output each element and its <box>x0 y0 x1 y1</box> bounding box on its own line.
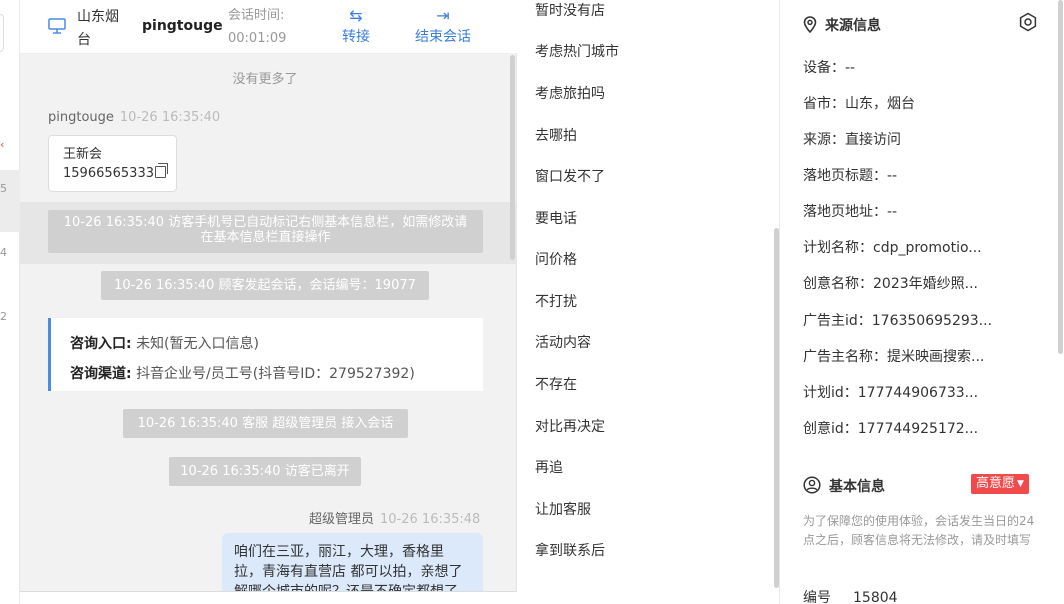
system-message: 10-26 16:35:40 访客已离开 <box>169 457 361 486</box>
session-count: 5 <box>0 182 7 195</box>
duration-value: 00:01:09 <box>228 31 287 46</box>
system-message: 10-26 16:35:40 顾客发起会话，会话编号：19077 <box>101 271 429 300</box>
edit-notice: 为了保障您的使用体验，会话发生当日的24点之后，顾客信息将无法修改，请及时填写 <box>803 514 1035 547</box>
quick-reply-item[interactable]: 对比再决定 <box>535 416 605 436</box>
end-session-label: 结束会话 <box>415 29 471 45</box>
system-message-row: 10-26 16:35:40 访客手机号已自动标记右侧基本信息栏，如需修改请在基… <box>20 202 517 264</box>
unread-dot: ‹ <box>0 138 5 151</box>
quick-reply-item[interactable]: 让加客服 <box>535 499 591 519</box>
session-count: 4 <box>0 246 7 259</box>
landing-page-title: 落地页标题：-- <box>803 168 898 184</box>
basic-title: 基本信息 <box>829 479 885 495</box>
source-province: 省市：山东，烟台 <box>803 96 915 112</box>
transfer-label: 转接 <box>342 29 370 45</box>
advertiser-id: 广告主id：176350695293... <box>803 313 993 329</box>
quick-reply-item[interactable]: 要电话 <box>535 208 577 228</box>
source-section-title: 来源信息 <box>803 15 881 35</box>
customer-id-label: 编号 <box>803 590 831 604</box>
chat-header: 山东烟台 pingtouge 会话时间: 00:01:09 ⇆ 转接 ⇥ 结束会… <box>20 0 517 54</box>
agent-timestamp: 10-26 16:35:48 <box>380 512 481 527</box>
caret-down-icon: ▼ <box>1017 479 1024 489</box>
gear-icon[interactable] <box>1018 12 1038 32</box>
creative-id: 创意id：177744925172... <box>803 421 979 437</box>
session-list-strip: ‹ 5 4 2 <box>0 0 20 604</box>
session-list-toggle[interactable] <box>0 14 4 52</box>
consult-info-card: 咨询入口: 未知(暂无入口信息) 咨询渠道: 抖音企业号/员工号(抖音号ID：2… <box>48 318 483 391</box>
chat-messages[interactable]: 没有更多了 pingtouge 10-26 16:35:40 王新会 159665… <box>20 55 517 591</box>
quick-reply-item[interactable]: 窗口发不了 <box>535 166 605 186</box>
transfer-button[interactable]: ⇆ 转接 <box>342 6 370 46</box>
source-device: 设备：-- <box>803 60 856 76</box>
agent-message-bubble: 咱们在三亚，丽江，大理，香格里拉，青海有直营店 都可以拍，亲想了解哪个城市的呢？… <box>222 533 483 591</box>
plan-id: 计划id：177744906733... <box>803 385 979 401</box>
advertiser-name: 广告主名称：提米映画搜索... <box>803 349 985 365</box>
contact-card: 王新会 15966565333 <box>48 135 177 192</box>
transfer-icon: ⇆ <box>349 6 363 25</box>
channel-label: 咨询渠道: <box>70 366 132 382</box>
creative-name: 创意名称：2023年婚纱照... <box>803 276 978 292</box>
visitor-name: pingtouge <box>48 110 114 125</box>
location-pin-icon <box>803 16 817 33</box>
chat-scrollbar[interactable] <box>510 55 515 260</box>
contact-card-name: 王新会 <box>63 147 103 162</box>
duration-label: 会话时间: <box>228 8 285 23</box>
intent-level-value: 高意愿 <box>976 476 1016 491</box>
landing-page-url: 落地页地址：-- <box>803 204 898 220</box>
entry-value: 未知(暂无入口信息) <box>136 336 259 352</box>
quick-reply-item[interactable]: 考虑旅拍吗 <box>535 83 605 103</box>
no-more-text: 没有更多了 <box>232 72 298 87</box>
info-scrollbar[interactable] <box>1058 0 1063 354</box>
monitor-icon <box>48 18 66 34</box>
session-count: 2 <box>0 310 7 323</box>
system-message: 10-26 16:35:40 访客手机号已自动标记右侧基本信息栏，如需修改请在基… <box>48 210 483 253</box>
source-title: 来源信息 <box>825 18 881 34</box>
quick-reply-item[interactable]: 考虑热门城市 <box>535 41 619 61</box>
quick-reply-item[interactable]: 活动内容 <box>535 332 591 352</box>
chat-panel: 山东烟台 pingtouge 会话时间: 00:01:09 ⇆ 转接 ⇥ 结束会… <box>20 0 517 604</box>
visitor-timestamp: 10-26 16:35:40 <box>119 110 221 125</box>
contact-card-phone: 15966565333 <box>63 166 154 181</box>
selected-session[interactable] <box>0 170 20 232</box>
visitor-message-meta: pingtouge 10-26 16:35:40 <box>48 110 220 125</box>
app-root: ‹ 5 4 2 山东烟台 pingtouge 会话时间: 00:01:09 ⇆ … <box>0 0 1064 604</box>
copy-icon[interactable] <box>154 163 168 178</box>
source-channel: 来源：直接访问 <box>803 132 901 148</box>
customer-id-row: 编号 15804 <box>803 587 898 604</box>
quick-reply-item[interactable]: 暂时没有店 <box>535 0 605 20</box>
quick-reply-item[interactable]: 问价格 <box>535 249 577 269</box>
agent-name: 超级管理员 <box>309 512 375 527</box>
quick-reply-item[interactable]: 不打扰 <box>535 291 577 311</box>
customer-id-value: 15804 <box>853 590 898 604</box>
quick-reply-item[interactable]: 不存在 <box>535 374 577 394</box>
visitor-location: 山东烟台 <box>77 9 119 48</box>
plan-name: 计划名称：cdp_promotio... <box>803 240 982 256</box>
channel-value: 抖音企业号/员工号(抖音号ID：279527392) <box>136 366 415 382</box>
visitor-username: pingtouge <box>142 18 223 34</box>
quick-reply-item[interactable]: 去哪拍 <box>535 125 577 145</box>
chat-input-area[interactable] <box>20 591 517 604</box>
agent-message-meta: 超级管理员 10-26 16:35:48 <box>309 508 480 527</box>
quick-reply-item[interactable]: 拿到联系后 <box>535 540 605 560</box>
end-session-button[interactable]: ⇥ 结束会话 <box>415 6 471 46</box>
entry-label: 咨询入口: <box>70 336 132 352</box>
system-message: 10-26 16:35:40 客服 超级管理员 接入会话 <box>123 409 408 438</box>
intent-level-dropdown[interactable]: 高意愿 ▼ <box>971 474 1029 494</box>
quick-reply-scrollbar[interactable] <box>774 228 779 588</box>
quick-reply-panel: 暂时没有店 考虑热门城市 考虑旅拍吗 去哪拍 窗口发不了 要电话 问价格 不打扰… <box>517 0 780 604</box>
quick-reply-item[interactable]: 再追 <box>535 457 563 477</box>
exit-icon: ⇥ <box>436 6 450 25</box>
user-circle-icon <box>803 476 821 494</box>
visitor-info-panel: 来源信息 设备：-- 省市：山东，烟台 来源：直接访问 落地页标题：-- 落地页… <box>781 0 1064 604</box>
basic-section-title: 基本信息 <box>803 476 885 496</box>
